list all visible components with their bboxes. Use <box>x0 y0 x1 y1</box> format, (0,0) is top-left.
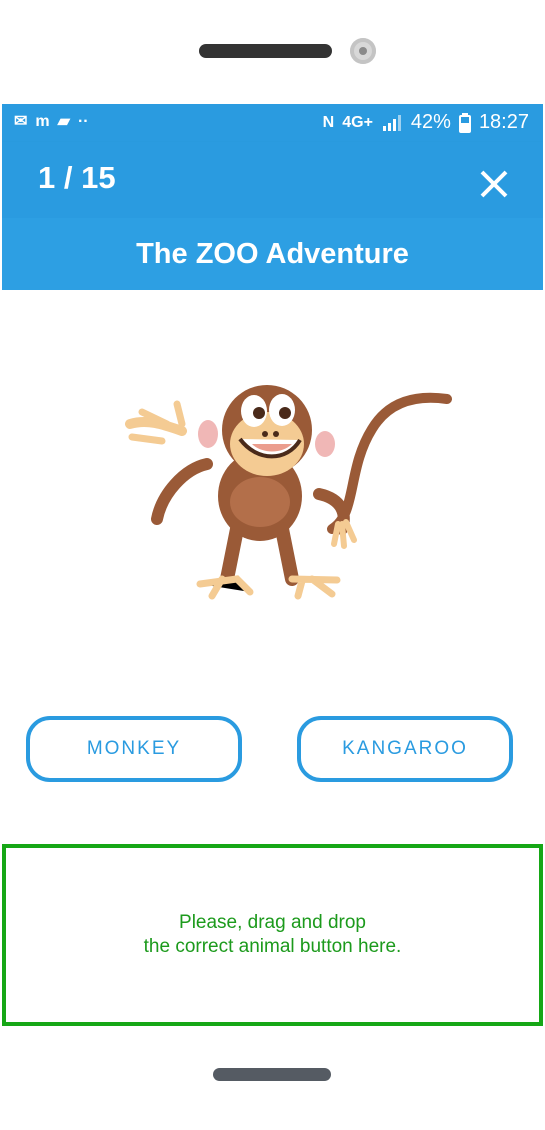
system-status: N 4G+ 42% 18:27 <box>323 111 529 134</box>
drop-zone-instruction-line-2: the correct animal button here. <box>143 936 402 957</box>
nfc-icon: N <box>322 113 335 131</box>
monkey-illustration <box>125 385 452 600</box>
bank-app-icon: m <box>35 113 50 130</box>
close-icon <box>480 170 508 198</box>
drop-zone[interactable]: Please, drag and drop the correct animal… <box>2 844 543 1026</box>
answer-button-kangaroo[interactable]: KANGAROO <box>297 716 513 782</box>
message-icon: ▰ <box>57 113 70 130</box>
question-counter: 1 / 15 <box>38 160 116 195</box>
gmail-icon: ✉ <box>14 113 28 130</box>
battery-percent: 42% <box>410 111 451 133</box>
page-title: The ZOO Adventure <box>136 237 409 270</box>
front-camera <box>350 38 376 64</box>
phone-speaker <box>199 44 332 58</box>
app-bar: 1 / 15 <box>2 142 543 218</box>
title-bar: The ZOO Adventure <box>2 218 543 290</box>
app-screen: ✉ m ▰ ·· N 4G+ 42% 18:27 1 / 15 The ZOO … <box>2 104 543 1034</box>
drop-zone-instruction-line-1: Please, drag and drop <box>179 912 366 933</box>
more-notifications-icon: ·· <box>77 113 89 130</box>
status-bar: ✉ m ▰ ·· N 4G+ 42% 18:27 <box>2 104 543 142</box>
phone-frame: ✉ m ▰ ·· N 4G+ 42% 18:27 1 / 15 The ZOO … <box>0 0 545 1130</box>
answer-button-monkey[interactable]: MONKEY <box>26 716 242 782</box>
clock: 18:27 <box>478 111 529 133</box>
network-type: 4G+ <box>342 113 373 131</box>
battery-icon <box>458 112 471 133</box>
signal-icon <box>382 114 401 131</box>
close-button[interactable] <box>474 164 514 204</box>
notification-icons: ✉ m ▰ ·· <box>14 112 89 132</box>
home-indicator[interactable] <box>213 1068 331 1081</box>
